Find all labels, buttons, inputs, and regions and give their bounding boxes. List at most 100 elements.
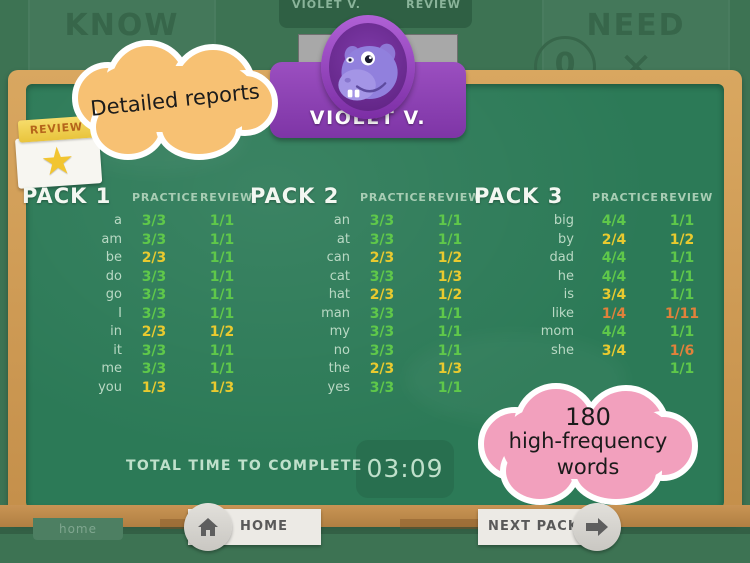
table-row: can 2/3 1/2 (250, 249, 472, 268)
practice-score: 1/3 (141, 379, 167, 396)
review-score: 1/1 (669, 361, 695, 377)
table-row: do 3/3 1/1 (22, 268, 242, 287)
review-score: 1/1 (437, 305, 463, 322)
callout-pink-line3: words (556, 455, 620, 479)
home-tab[interactable]: home (33, 518, 123, 540)
word-label: man (321, 305, 350, 321)
practice-score: 3/3 (141, 231, 167, 248)
practice-score: 3/3 (141, 342, 167, 359)
callout-pink-line1: 180 (565, 403, 611, 431)
review-score: 1/1 (209, 250, 235, 266)
practice-score: 3/3 (369, 305, 395, 322)
word-label: I (118, 305, 122, 321)
table-row: am 3/3 1/1 (22, 231, 242, 250)
practice-score: 3/3 (141, 213, 167, 229)
practice-score: 3/4 (601, 287, 627, 303)
word-label: be (105, 250, 122, 265)
practice-score: 3/3 (369, 213, 395, 229)
total-time-value-box: 03:09 (356, 440, 454, 498)
pack-title: PACK 1 (22, 184, 112, 208)
table-row: it 3/3 1/1 (22, 342, 242, 361)
review-score: 1/1 (209, 287, 235, 303)
pack-column: PACK 3 PRACTICE REVIEW big 4/4 1/1 by 2/4 1/… (474, 184, 712, 379)
tab-student-name: VIOLET V. (292, 0, 361, 11)
practice-score: 4/4 (601, 250, 627, 266)
tab-review: REVIEW (406, 0, 461, 11)
table-row: you 1/3 1/3 (22, 379, 242, 398)
review-score: 1/2 (209, 324, 235, 340)
table-row: 1/1 (474, 360, 700, 379)
table-row: man 3/3 1/1 (250, 305, 472, 324)
review-score: 1/1 (209, 305, 235, 322)
practice-score: 3/3 (369, 231, 395, 248)
word-label: mom (540, 324, 574, 339)
table-row: me 3/3 1/1 (22, 360, 242, 379)
word-label: can (326, 250, 350, 265)
table-row: is 3/4 1/1 (474, 286, 700, 305)
house-icon (184, 503, 232, 551)
word-label: dad (549, 250, 574, 265)
avatar[interactable] (321, 15, 415, 119)
callout-word-count: 180 high-frequency words (478, 383, 698, 505)
word-label: she (550, 342, 574, 358)
word-label: like (551, 305, 574, 321)
table-row: mom 4/4 1/1 (474, 323, 700, 342)
table-row: dad 4/4 1/1 (474, 249, 700, 268)
next-pack-button-circle (573, 503, 621, 551)
practice-score: 3/3 (369, 268, 395, 285)
practice-score: 3/3 (369, 324, 395, 340)
practice-score: 2/4 (601, 231, 627, 248)
word-label: by (558, 231, 574, 247)
table-row: no 3/3 1/1 (250, 342, 472, 361)
table-row: I 3/3 1/1 (22, 305, 242, 324)
practice-score: 2/3 (369, 361, 395, 377)
table-row: yes 3/3 1/1 (250, 379, 472, 398)
review-score: 1/11 (664, 305, 700, 322)
word-label: no (333, 342, 350, 358)
table-row: an 3/3 1/1 (250, 212, 472, 231)
review-score: 1/1 (209, 361, 235, 377)
review-score: 1/1 (669, 213, 695, 229)
column-header-review: REVIEW (200, 191, 254, 204)
practice-score: 3/3 (369, 342, 395, 359)
pack-title: PACK 2 (250, 184, 340, 208)
practice-score: 4/4 (601, 268, 627, 285)
table-row: by 2/4 1/2 (474, 231, 700, 250)
word-label: hat (328, 287, 350, 302)
word-label: am (101, 231, 122, 247)
review-score: 1/1 (669, 250, 695, 266)
pack-title: PACK 3 (474, 184, 564, 208)
practice-score: 2/3 (141, 324, 167, 340)
practice-score: 3/3 (369, 379, 395, 396)
pack-header: PACK 2 PRACTICE REVIEW (250, 184, 480, 212)
review-score: 1/1 (669, 268, 695, 285)
word-label: in (110, 324, 122, 339)
practice-score: 3/3 (141, 305, 167, 322)
review-score: 1/2 (669, 231, 695, 248)
practice-score: 3/4 (601, 342, 627, 359)
practice-score: 2/3 (369, 250, 395, 266)
review-score: 1/1 (669, 324, 695, 340)
column-header-practice: PRACTICE (360, 191, 427, 204)
word-label: is (563, 287, 574, 302)
column-header-practice: PRACTICE (592, 191, 659, 204)
review-score: 1/1 (437, 231, 463, 248)
table-row: big 4/4 1/1 (474, 212, 700, 231)
review-score: 1/1 (209, 342, 235, 359)
home-button[interactable]: HOME (184, 503, 321, 551)
column-header-review: REVIEW (660, 191, 714, 204)
pack-column: PACK 1 PRACTICE REVIEW a 3/3 1/1 am 3/3 1/1 … (22, 184, 252, 398)
review-score: 1/1 (437, 379, 463, 396)
practice-score: 3/3 (141, 268, 167, 285)
review-score: 1/2 (437, 287, 463, 303)
word-label: you (98, 379, 122, 395)
total-time-value: 03:09 (366, 454, 444, 483)
practice-score: 3/3 (141, 287, 167, 303)
practice-score: 4/4 (601, 213, 627, 229)
table-row: she 3/4 1/6 (474, 342, 700, 361)
next-pack-button[interactable]: NEXT PACK (478, 503, 621, 551)
table-row: be 2/3 1/1 (22, 249, 242, 268)
table-row: a 3/3 1/1 (22, 212, 242, 231)
column-header-practice: PRACTICE (132, 191, 199, 204)
word-label: yes (327, 379, 350, 395)
